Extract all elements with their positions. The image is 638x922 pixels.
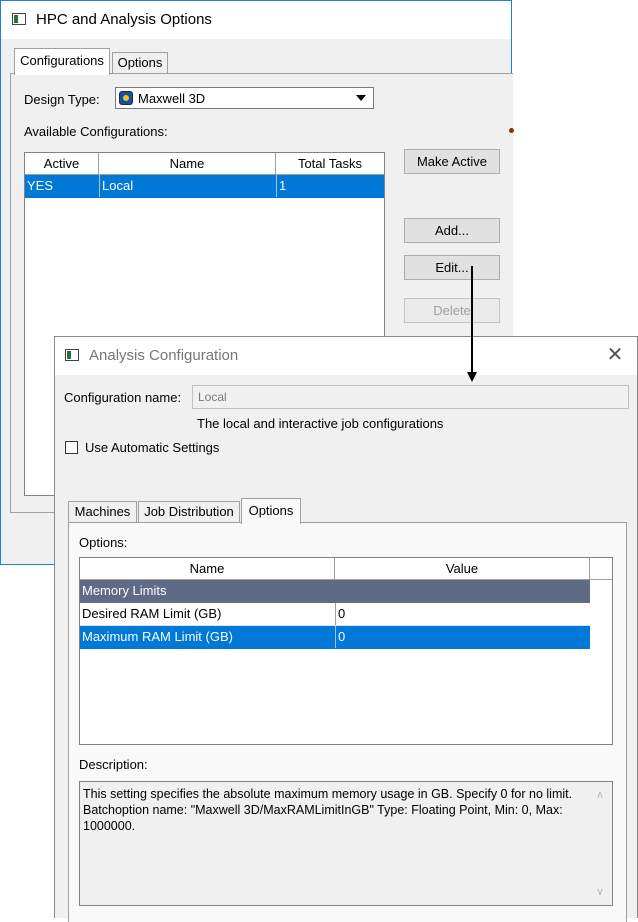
hpc-window-title: HPC and Analysis Options bbox=[36, 11, 212, 28]
tab-job-distribution[interactable]: Job Distribution bbox=[138, 501, 240, 523]
use-automatic-settings-checkbox[interactable] bbox=[65, 441, 78, 454]
tab-options-label: Options bbox=[117, 55, 163, 70]
table-row-group[interactable]: Memory Limits bbox=[80, 580, 590, 603]
options-grid[interactable]: Name Value Memory Limits Desired RAM Lim… bbox=[79, 557, 613, 745]
app-window-icon bbox=[12, 13, 26, 25]
scroll-up-icon[interactable]: ∧ bbox=[596, 788, 604, 801]
use-automatic-settings-label: Use Automatic Settings bbox=[85, 440, 220, 455]
configuration-description: The local and interactive job configurat… bbox=[197, 416, 444, 431]
add-configuration-button[interactable]: Add... bbox=[404, 218, 500, 243]
maxwell-app-icon bbox=[119, 91, 133, 105]
tab-dialog-options-label: Options bbox=[248, 503, 294, 518]
column-header-active[interactable]: Active bbox=[25, 153, 99, 175]
description-text: This setting specifies the absolute maxi… bbox=[83, 787, 573, 833]
hpc-title-bar[interactable]: HPC and Analysis Options bbox=[1, 1, 511, 39]
analysis-configuration-dialog: Analysis Configuration ✕ Configuration n… bbox=[54, 336, 638, 922]
design-type-dropdown[interactable]: Maxwell 3D bbox=[115, 87, 374, 109]
edit-configuration-button[interactable]: Edit... bbox=[404, 255, 500, 280]
scroll-down-icon[interactable]: ∨ bbox=[596, 885, 604, 898]
tab-configurations-label: Configurations bbox=[20, 53, 104, 68]
design-type-value: Maxwell 3D bbox=[138, 91, 206, 106]
close-icon[interactable]: ✕ bbox=[605, 345, 625, 365]
dropdown-arrow-icon bbox=[356, 95, 366, 101]
column-header-name[interactable]: Name bbox=[99, 153, 276, 175]
options-label: Options: bbox=[79, 535, 128, 550]
dialog-window-icon bbox=[65, 349, 79, 361]
configuration-name-field[interactable]: Local bbox=[192, 385, 629, 409]
option-value[interactable]: 0 bbox=[335, 603, 590, 625]
make-active-button[interactable]: Make Active bbox=[404, 149, 500, 174]
available-configurations-label: Available Configurations: bbox=[24, 124, 168, 139]
row-name-value: Local bbox=[99, 175, 276, 197]
option-name: Desired RAM Limit (GB) bbox=[82, 606, 222, 621]
table-row[interactable]: Desired RAM Limit (GB) 0 bbox=[80, 603, 590, 626]
grid-corner bbox=[590, 558, 612, 580]
tab-job-distribution-label: Job Distribution bbox=[144, 504, 234, 519]
description-box[interactable]: This setting specifies the absolute maxi… bbox=[79, 781, 613, 906]
analysis-title-bar[interactable]: Analysis Configuration ✕ bbox=[55, 337, 637, 375]
tab-machines-label: Machines bbox=[74, 504, 131, 519]
column-header-option-value[interactable]: Value bbox=[335, 558, 590, 580]
table-row-selected[interactable]: Maximum RAM Limit (GB) 0 bbox=[80, 626, 590, 649]
description-label: Description: bbox=[79, 757, 148, 772]
tab-machines[interactable]: Machines bbox=[68, 501, 137, 523]
delete-configuration-button[interactable]: Delete bbox=[404, 298, 500, 323]
tab-dialog-options[interactable]: Options bbox=[241, 498, 301, 524]
row-active-value: YES bbox=[27, 178, 54, 193]
status-dot bbox=[509, 128, 514, 133]
option-name: Maximum RAM Limit (GB) bbox=[82, 629, 233, 644]
tab-options[interactable]: Options bbox=[112, 52, 168, 74]
configuration-name-value: Local bbox=[198, 390, 227, 404]
tab-configurations[interactable]: Configurations bbox=[14, 48, 110, 75]
design-type-label: Design Type: bbox=[24, 92, 100, 107]
description-scrollbar[interactable]: ∧ ∨ bbox=[591, 782, 612, 905]
analysis-dialog-title: Analysis Configuration bbox=[89, 347, 239, 364]
option-name: Memory Limits bbox=[82, 583, 167, 598]
column-header-total-tasks[interactable]: Total Tasks bbox=[276, 153, 384, 175]
row-tasks-value: 1 bbox=[276, 175, 384, 197]
column-header-option-name[interactable]: Name bbox=[80, 558, 335, 580]
configuration-name-label: Configuration name: bbox=[64, 390, 182, 405]
option-value[interactable]: 0 bbox=[335, 626, 590, 648]
table-row[interactable]: YES Local 1 bbox=[25, 175, 384, 198]
